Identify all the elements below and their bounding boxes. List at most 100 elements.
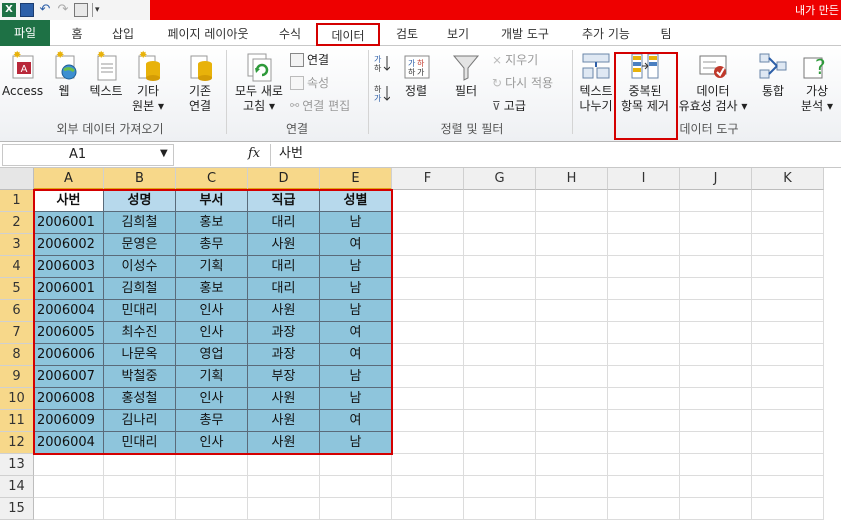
empty-cell[interactable] (536, 300, 608, 322)
empty-cell[interactable] (680, 432, 752, 454)
table-cell[interactable]: 홍보 (176, 278, 248, 300)
table-cell[interactable]: 홍보 (176, 212, 248, 234)
table-header-cell[interactable]: 사번 (34, 190, 104, 212)
empty-cell[interactable] (680, 410, 752, 432)
empty-cell[interactable] (608, 278, 680, 300)
table-cell[interactable]: 남 (320, 278, 392, 300)
column-header-f[interactable]: F (392, 168, 464, 190)
empty-cell[interactable] (176, 498, 248, 520)
column-header-j[interactable]: J (680, 168, 752, 190)
table-cell[interactable]: 과장 (248, 344, 320, 366)
table-cell[interactable]: 과장 (248, 322, 320, 344)
empty-cell[interactable] (752, 190, 824, 212)
empty-cell[interactable] (680, 256, 752, 278)
empty-cell[interactable] (536, 388, 608, 410)
empty-cell[interactable] (680, 476, 752, 498)
table-cell[interactable]: 여 (320, 322, 392, 344)
tab-file[interactable]: 파일 (0, 20, 50, 46)
column-header-i[interactable]: I (608, 168, 680, 190)
table-cell[interactable]: 대리 (248, 256, 320, 278)
tab-data[interactable]: 데이터 (316, 23, 380, 46)
excel-logo-icon[interactable]: X (2, 3, 16, 17)
tab-page-layout[interactable]: 페이지 레이아웃 (160, 23, 256, 46)
empty-cell[interactable] (392, 190, 464, 212)
empty-cell[interactable] (248, 454, 320, 476)
from-text-button[interactable]: ✸ 텍스트 (86, 50, 126, 99)
select-all-corner[interactable] (0, 168, 34, 190)
empty-cell[interactable] (680, 234, 752, 256)
empty-cell[interactable] (536, 366, 608, 388)
table-cell[interactable]: 2006007 (34, 366, 104, 388)
data-validation-button[interactable]: 데이터 유효성 검사 ▾ (676, 50, 750, 114)
empty-cell[interactable] (104, 454, 176, 476)
empty-cell[interactable] (464, 256, 536, 278)
empty-cell[interactable] (536, 410, 608, 432)
empty-cell[interactable] (34, 498, 104, 520)
empty-cell[interactable] (680, 366, 752, 388)
empty-cell[interactable] (464, 344, 536, 366)
connections-button[interactable]: 연결 (290, 52, 329, 68)
table-cell[interactable]: 김희철 (104, 212, 176, 234)
table-cell[interactable]: 인사 (176, 300, 248, 322)
column-header-b[interactable]: B (104, 168, 176, 190)
properties-button[interactable]: 속성 (290, 75, 329, 91)
empty-cell[interactable] (464, 476, 536, 498)
undo-icon[interactable]: ↶ (38, 3, 52, 17)
table-cell[interactable]: 2006009 (34, 410, 104, 432)
empty-cell[interactable] (320, 498, 392, 520)
empty-cell[interactable] (464, 322, 536, 344)
empty-cell[interactable] (464, 432, 536, 454)
empty-cell[interactable] (392, 366, 464, 388)
tab-add-ins[interactable]: 추가 기능 (576, 23, 636, 46)
empty-cell[interactable] (392, 388, 464, 410)
table-header-cell[interactable]: 성별 (320, 190, 392, 212)
table-cell[interactable]: 총무 (176, 410, 248, 432)
empty-cell[interactable] (608, 388, 680, 410)
empty-cell[interactable] (752, 212, 824, 234)
table-cell[interactable]: 박철중 (104, 366, 176, 388)
row-header-5[interactable]: 5 (0, 278, 34, 300)
table-cell[interactable]: 2006004 (34, 432, 104, 454)
redo-icon[interactable]: ↷ (56, 3, 70, 17)
empty-cell[interactable] (608, 344, 680, 366)
empty-cell[interactable] (536, 454, 608, 476)
other-sources-button[interactable]: ✸ 기타 원본 ▾ (130, 50, 166, 114)
empty-cell[interactable] (680, 322, 752, 344)
table-cell[interactable]: 김나리 (104, 410, 176, 432)
empty-cell[interactable] (752, 322, 824, 344)
table-cell[interactable]: 문영은 (104, 234, 176, 256)
tab-formulas[interactable]: 수식 (274, 23, 306, 46)
form-icon[interactable] (74, 3, 88, 17)
empty-cell[interactable] (104, 498, 176, 520)
empty-cell[interactable] (176, 476, 248, 498)
column-header-k[interactable]: K (752, 168, 824, 190)
table-cell[interactable]: 대리 (248, 278, 320, 300)
column-header-e[interactable]: E (320, 168, 392, 190)
customize-toolbar-icon[interactable]: ▾ (92, 3, 102, 17)
table-cell[interactable]: 남 (320, 212, 392, 234)
empty-cell[interactable] (752, 278, 824, 300)
empty-cell[interactable] (680, 454, 752, 476)
row-header-6[interactable]: 6 (0, 300, 34, 322)
refresh-all-button[interactable]: 모두 새로 고침 ▾ (232, 50, 286, 114)
edit-links-button[interactable]: ⚯ 연결 편집 (290, 98, 350, 114)
table-cell[interactable]: 영업 (176, 344, 248, 366)
empty-cell[interactable] (34, 454, 104, 476)
empty-cell[interactable] (536, 234, 608, 256)
empty-cell[interactable] (536, 498, 608, 520)
row-header-3[interactable]: 3 (0, 234, 34, 256)
table-cell[interactable]: 2006006 (34, 344, 104, 366)
table-cell[interactable]: 이성수 (104, 256, 176, 278)
empty-cell[interactable] (392, 344, 464, 366)
row-header-1[interactable]: 1 (0, 190, 34, 212)
reapply-button[interactable]: ↻ 다시 적용 (492, 75, 553, 91)
empty-cell[interactable] (464, 454, 536, 476)
sort-ascending-button[interactable]: 가하 (374, 54, 391, 74)
table-cell[interactable]: 사원 (248, 234, 320, 256)
table-cell[interactable]: 여 (320, 234, 392, 256)
table-cell[interactable]: 2006003 (34, 256, 104, 278)
empty-cell[interactable] (608, 256, 680, 278)
row-header-8[interactable]: 8 (0, 344, 34, 366)
empty-cell[interactable] (752, 498, 824, 520)
empty-cell[interactable] (536, 190, 608, 212)
